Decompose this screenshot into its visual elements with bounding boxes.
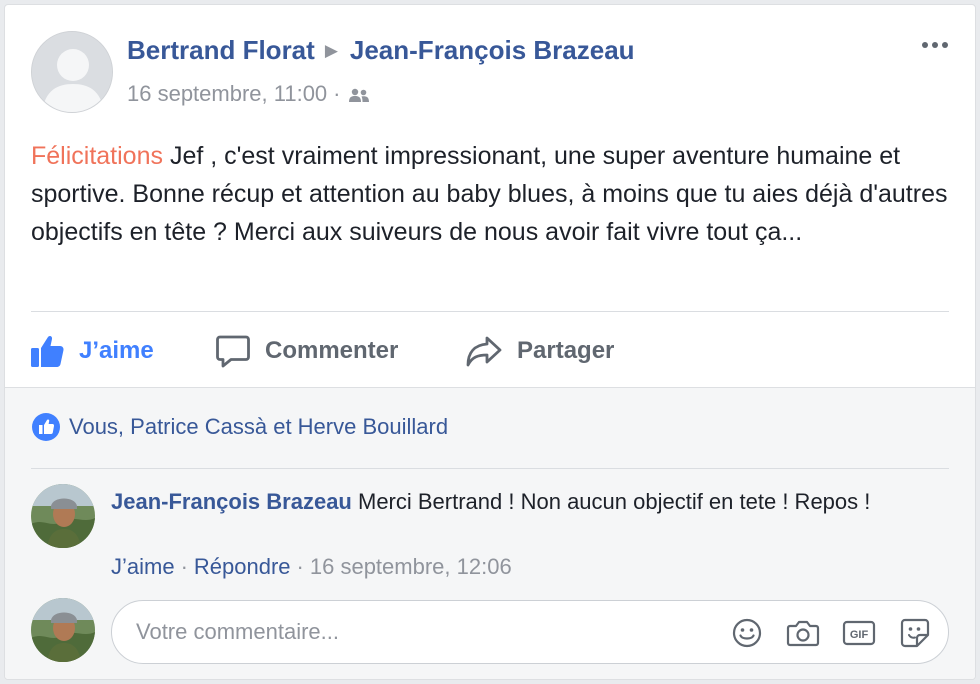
comment-content: Jean-François Brazeau Merci Bertrand ! N… bbox=[111, 486, 911, 518]
comment-button[interactable]: Commenter bbox=[215, 329, 398, 373]
comment-author-link[interactable]: Jean-François Brazeau bbox=[111, 489, 352, 514]
thumbs-up-icon bbox=[31, 335, 64, 367]
post-message: Félicitations Jef , c'est vraiment impre… bbox=[31, 137, 951, 251]
target-name-link[interactable]: Jean-François Brazeau bbox=[350, 35, 635, 65]
emoji-icon[interactable] bbox=[730, 616, 764, 650]
commenter-avatar[interactable] bbox=[31, 484, 95, 548]
post-timestamp[interactable]: 16 septembre, 11:00 bbox=[127, 81, 327, 106]
post-meta: 16 septembre, 11:00 · bbox=[127, 81, 371, 109]
meta-separator: · bbox=[296, 554, 304, 579]
friends-icon[interactable] bbox=[347, 83, 371, 109]
comment-timestamp[interactable]: 16 septembre, 12:06 bbox=[310, 554, 512, 579]
reactions-summary[interactable]: Vous, Patrice Cassà et Herve Bouillard bbox=[31, 412, 448, 442]
arrow-right-icon: ▶ bbox=[324, 41, 338, 60]
share-button[interactable]: Partager bbox=[465, 329, 614, 373]
svg-text:GIF: GIF bbox=[850, 629, 869, 641]
comment-like-link[interactable]: J’aime bbox=[111, 554, 175, 579]
meta-separator: · bbox=[180, 554, 188, 579]
comment-actions: J’aime · Répondre · 16 septembre, 12:06 bbox=[111, 554, 512, 580]
user-photo-icon bbox=[31, 598, 95, 662]
post-message-text: Jef , c'est vraiment impressionant, une … bbox=[31, 142, 948, 246]
like-button-label: J’aime bbox=[79, 337, 154, 364]
more-options-icon[interactable] bbox=[917, 35, 953, 55]
meta-separator: · bbox=[333, 81, 341, 106]
camera-icon[interactable] bbox=[786, 616, 820, 650]
post-card: Bertrand Florat ▶ Jean-François Brazeau 16… bbox=[4, 4, 976, 680]
author-avatar[interactable] bbox=[31, 31, 113, 113]
feedback-section: Vous, Patrice Cassà et Herve Bouillard J… bbox=[5, 387, 975, 679]
gif-icon[interactable]: GIF bbox=[842, 616, 876, 650]
post-header-names: Bertrand Florat ▶ Jean-François Brazeau bbox=[127, 35, 635, 66]
like-badge-icon bbox=[32, 413, 60, 441]
default-profile-icon bbox=[32, 32, 112, 112]
current-user-avatar[interactable] bbox=[31, 598, 95, 662]
comment-icon bbox=[216, 335, 250, 368]
comment-reply-link[interactable]: Répondre bbox=[194, 554, 291, 579]
comment-composer: GIF bbox=[111, 600, 949, 664]
composer-tools: GIF bbox=[730, 616, 932, 650]
highlighted-word: Félicitations bbox=[31, 142, 163, 170]
author-name-link[interactable]: Bertrand Florat bbox=[127, 35, 315, 65]
divider bbox=[31, 468, 949, 469]
reactions-summary-text: Vous, Patrice Cassà et Herve Bouillard bbox=[69, 414, 449, 439]
comment-input[interactable] bbox=[136, 601, 716, 663]
like-button[interactable]: J’aime bbox=[29, 329, 154, 373]
divider bbox=[31, 311, 949, 312]
share-button-label: Partager bbox=[517, 337, 615, 364]
comment-text: Merci Bertrand ! Non aucun objectif en t… bbox=[351, 489, 871, 514]
sticker-icon[interactable] bbox=[898, 616, 932, 650]
comment-button-label: Commenter bbox=[265, 337, 399, 364]
share-arrow-icon bbox=[466, 336, 502, 367]
user-photo-icon bbox=[31, 484, 95, 548]
